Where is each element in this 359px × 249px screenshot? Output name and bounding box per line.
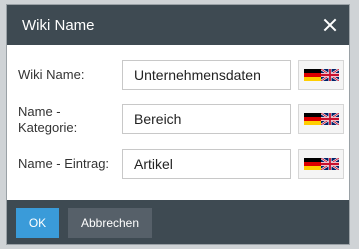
cancel-button[interactable]: Abbrechen [68, 208, 152, 238]
flag-de-icon [304, 113, 322, 125]
category-name-input[interactable] [122, 104, 291, 134]
close-icon[interactable] [323, 18, 337, 32]
flag-uk-icon [321, 158, 339, 170]
category-name-label: Name - Kategorie: [18, 104, 78, 135]
category-name-language-button[interactable] [298, 104, 344, 134]
language-flags [304, 113, 339, 125]
flag-uk-icon [321, 69, 339, 81]
wiki-name-language-button[interactable] [298, 60, 344, 90]
wiki-name-input[interactable] [122, 60, 291, 90]
flag-uk-icon [321, 113, 339, 125]
language-flags [304, 158, 339, 170]
ok-button[interactable]: OK [16, 208, 59, 238]
entry-name-label: Name - Eintrag: [18, 156, 110, 171]
entry-name-language-button[interactable] [298, 149, 344, 179]
wiki-name-dialog: Wiki Name Wiki Name: Unternehmensdaten N… [7, 5, 349, 244]
flag-de-icon [304, 69, 322, 81]
dialog-title: Wiki Name [22, 16, 95, 34]
wiki-name-label: Wiki Name: [18, 67, 85, 82]
dialog-body: Wiki Name: Name - Kategorie: [7, 45, 349, 200]
language-flags [304, 69, 339, 81]
dialog-footer: OK Abbrechen [7, 200, 349, 244]
dialog-titlebar: Wiki Name [7, 5, 349, 45]
flag-de-icon [304, 158, 322, 170]
entry-name-input[interactable] [122, 149, 291, 179]
